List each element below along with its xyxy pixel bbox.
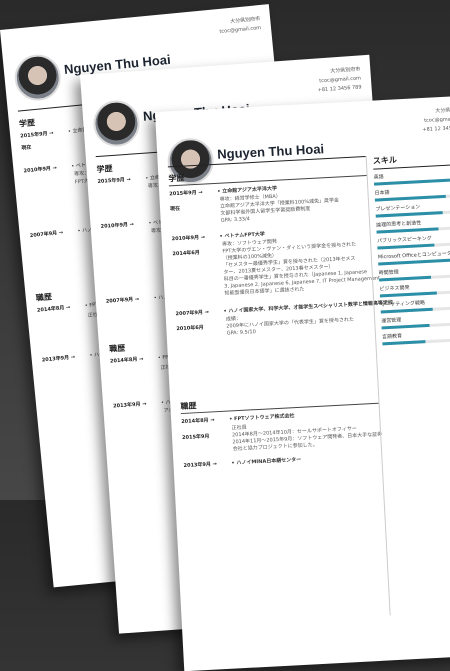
work-company: • FPTソフトウェア株式会社 [229,413,295,423]
edu-row: 現在 [21,141,69,153]
contact-phone: +81 12 3456 789 [317,84,362,94]
skills-panel: スキル 英語 日本語 プレゼンテーション 論理的思考と創造性 パブリックスピーキング Mi… [372,150,450,346]
work-company: • ハノイMINA日本語センター [231,456,302,467]
contact-phone: +81 12 3456 789 [422,125,450,134]
edu-gpa: GPA: 3.33/4 [220,216,251,224]
skill-item: 言語教育 [382,328,450,346]
skill-item: プレゼンテーション [375,201,450,218]
work-row: 2013年9月 → • ハノイMINA日本語センター [183,457,301,470]
resume-sheet-front: 大分県別府市 tcoc@gmail.com +81 12 3456 789 Ng… [155,95,450,671]
edu-date: 2010年9月 → [100,221,135,230]
avatar [91,99,142,149]
edu-date: 2015年9月 → [97,176,131,186]
skill-bar-fill [377,243,435,250]
edu-date: 2007年9月 → [175,309,210,318]
skill-bar-fill [379,275,432,282]
avatar [12,52,63,103]
edu-date: 2010年9月 → [23,165,58,175]
edu-date: 2015年9月 → [20,130,54,140]
contact-block: 大分県別府市 tcoc@gmail.com [218,15,261,37]
skill-bar-fill [379,291,437,298]
skill-bar-fill [375,211,443,218]
edu-row: 現在 [170,204,218,214]
skill-item: マーケティング戦略 [380,297,450,314]
skill-list: 英語 日本語 プレゼンテーション 論理的思考と創造性 パブリックスピーキング Micros… [374,169,450,346]
edu-row: 2010年6月 [176,324,224,334]
work-date: 2014年8月 → [181,417,215,426]
edu-date: 現在 [21,144,32,152]
skill-item: Microsoft Officeとコンピューター [378,249,450,266]
education-title: 学歴 [96,163,113,175]
work-date: 2015年9月 [181,433,210,442]
edu-date: 2014年6月 [172,249,200,258]
work-date: 2013年9月 → [112,401,147,410]
skill-item: 英語 [374,169,450,186]
skill-item: 論理的思考と創造性 [376,217,450,234]
edu-date: 2015年9月 → [169,189,203,198]
skills-title: スキル [372,150,450,170]
contact-block: 大分県別府市 tcoc@gmail.com +81 12 3456 789 [421,106,450,135]
skill-item: 運営管理 [381,312,450,330]
edu-line: 2009年にハノイ国家大学の「代表学生」賞を授与された [226,316,355,330]
skill-bar-fill [376,227,439,234]
edu-date: 2010年6月 [176,324,204,333]
education-title: 学歴 [168,173,185,184]
edu-school: • ベトナムFPT大学 [219,231,265,240]
edu-date: 2007年9月 → [105,296,140,305]
work-title: 職歴 [180,401,197,412]
edu-row: 2014年6月 [172,249,220,259]
skill-item: ビジネス開発 [379,281,450,298]
work-title: 職歴 [108,343,126,354]
section-underline [180,402,379,415]
edu-row: 2007年9月 → • ハノイ国家大学、科学大学、才能学生スペシャリスト数学と情報… [175,300,393,318]
edu-date: 2007年9月 → [29,229,64,240]
skill-item: 時間管理 [379,265,450,282]
work-date: 2013年9月 → [183,461,218,469]
skill-item: パブリックスピーキング [377,233,450,250]
edu-school: • ハノイ国家大学、科学大学、才能学生スペシャリスト数学と情報高等学校 [223,299,394,315]
edu-gpa: GPA: 9.5/10 [226,329,256,337]
skill-item: 日本語 [374,185,450,202]
skill-bar-fill [380,307,434,314]
edu-date: 現在 [169,205,181,213]
work-date: 2014年8月 → [36,304,71,314]
work-title: 職歴 [35,292,53,303]
work-row: 2015年9月 [182,433,230,443]
contact-block: 大分県別府市 tcoc@gmail.com +81 12 3456 789 [316,65,362,95]
work-date: 2014年8月 → [109,356,144,365]
education-title: 学歴 [18,118,36,129]
work-date: 2013年9月 → [41,354,76,364]
edu-date: 2010年9月 → [171,234,206,243]
skill-bar-fill [381,323,430,330]
skill-bar-fill [382,340,426,346]
